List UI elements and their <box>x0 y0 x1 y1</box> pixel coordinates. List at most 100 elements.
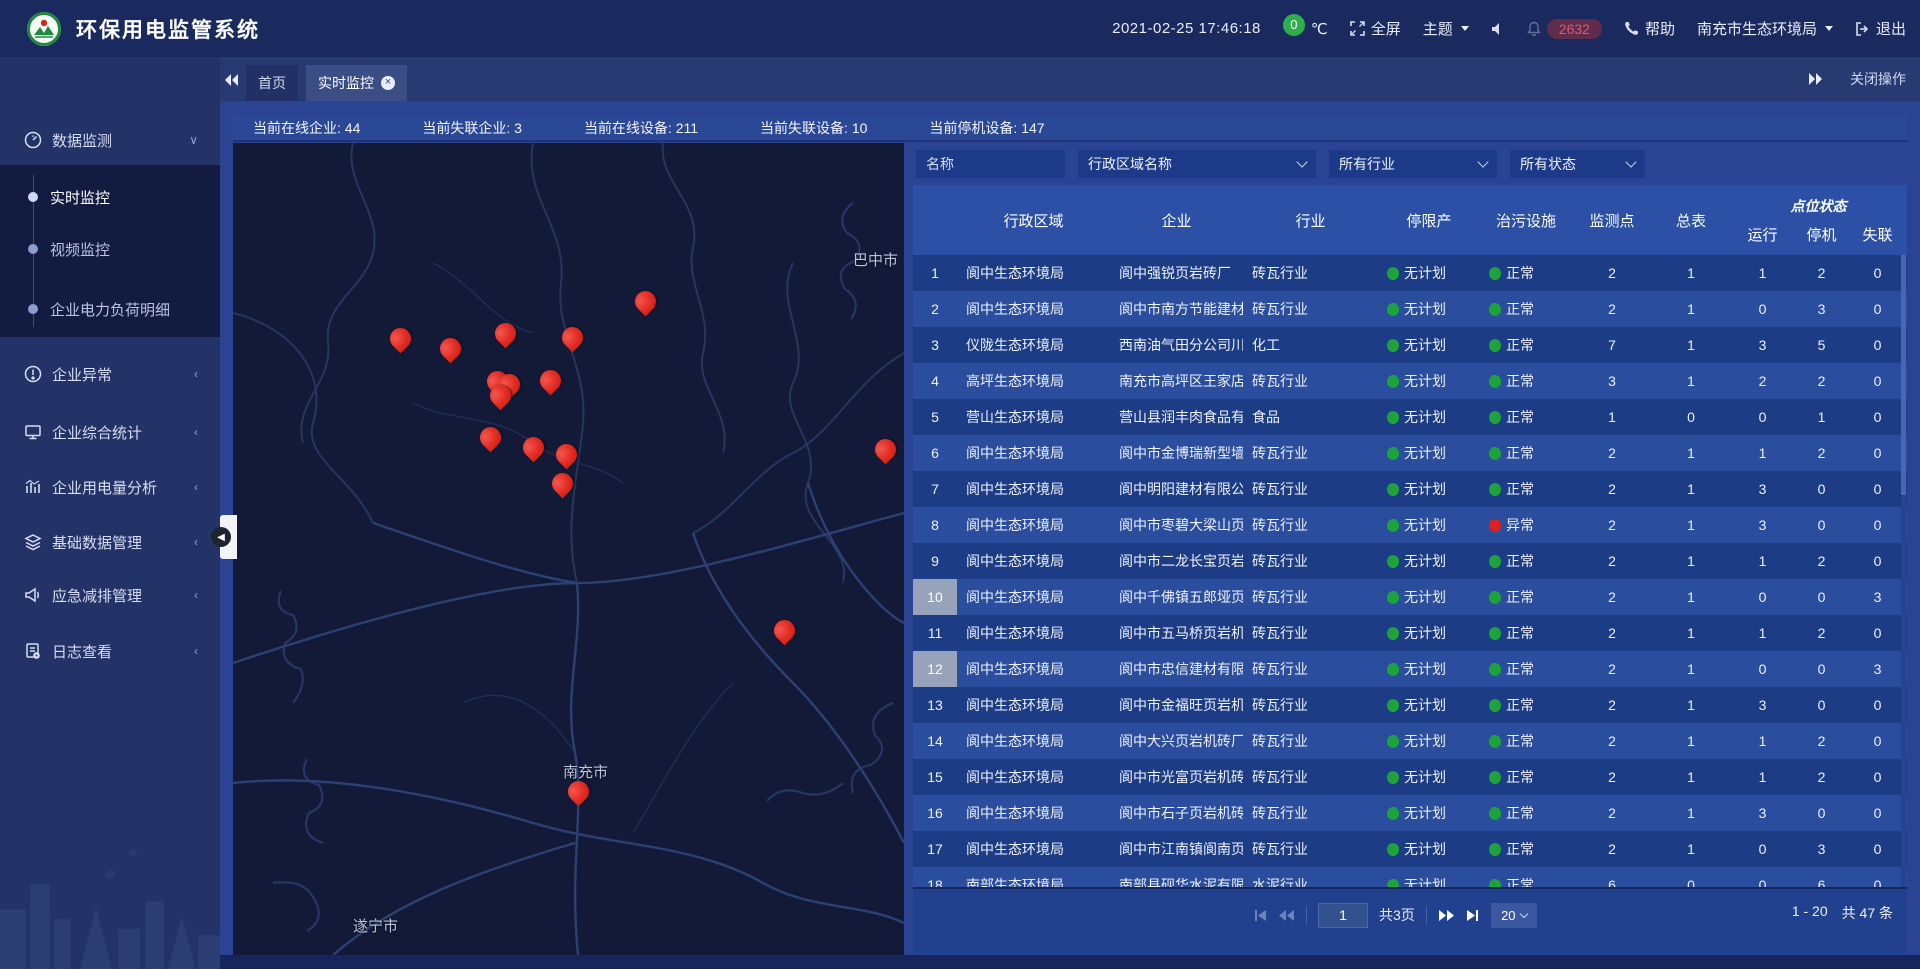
table-scrollbar[interactable] <box>1901 255 1906 903</box>
org-label: 南充市生态环境局 <box>1697 18 1817 39</box>
cell-region: 阆中生态环境局 <box>957 435 1110 471</box>
sidebar-item-enterprise-statistics[interactable]: 企业综合统计 ‹ <box>0 407 220 457</box>
table-row[interactable]: 11 阆中生态环境局 阆中市五马桥页岩机砖 砖瓦行业 无计划 正常 2 <box>913 615 1907 651</box>
tab-close-icon[interactable]: × <box>381 76 395 90</box>
sidebar-item-enterprise-abnormal[interactable]: 企业异常 ‹ <box>0 349 220 399</box>
table-row[interactable]: 5 营山生态环境局 营山县润丰肉食品有限 食品 无计划 正常 1 <box>913 399 1907 435</box>
map-collapse-toggle[interactable]: ◀ <box>220 515 237 559</box>
cell-monitor-count: 2 <box>1572 615 1652 651</box>
cell-stop-count: 2 <box>1795 435 1848 471</box>
table-row[interactable]: 4 高坪生态环境局 南充市高坪区王家店建 砖瓦行业 无计划 正常 3 <box>913 363 1907 399</box>
cell-stop-count: 2 <box>1795 759 1848 795</box>
cell-company: 西南油气田分公司川中 <box>1110 327 1243 363</box>
theme-dropdown[interactable]: 主题 <box>1423 18 1469 39</box>
status-dot <box>1387 699 1399 712</box>
table-row[interactable]: 1 阆中生态环境局 阆中强锐页岩砖厂 砖瓦行业 无计划 正常 2 <box>913 255 1907 291</box>
table-row[interactable]: 10 阆中生态环境局 阆中千佛镇五郎垭页岩 砖瓦行业 无计划 正常 2 <box>913 579 1907 615</box>
fullscreen-button[interactable]: 全屏 <box>1350 18 1401 39</box>
cell-lost-count: 0 <box>1848 507 1907 543</box>
logout-button[interactable]: 退出 <box>1855 18 1906 39</box>
double-chevron-right-icon[interactable] <box>1808 72 1824 86</box>
cell-facility: 正常 <box>1480 831 1572 867</box>
sidebar-item-data-monitoring[interactable]: 数据监测 ∨ <box>0 115 220 165</box>
cell-region: 仪陇生态环境局 <box>957 327 1110 363</box>
column-header-total: 总表 <box>1652 185 1730 255</box>
table-row[interactable]: 16 阆中生态环境局 阆中市石子页岩机砖厂 砖瓦行业 无计划 正常 2 <box>913 795 1907 831</box>
cell-monitor-count: 2 <box>1572 687 1652 723</box>
page-size-select[interactable]: 20 <box>1491 903 1537 928</box>
status-dot <box>1387 843 1399 856</box>
first-page-button[interactable] <box>1253 909 1267 922</box>
cell-lost-count: 0 <box>1848 435 1907 471</box>
range-label: 1 - 20 <box>1792 903 1828 923</box>
row-index: 10 <box>913 579 957 615</box>
table-row[interactable]: 9 阆中生态环境局 阆中市二龙长宝页岩砖 砖瓦行业 无计划 正常 2 <box>913 543 1907 579</box>
column-header-lost: 失联 <box>1848 224 1907 245</box>
chevron-down-icon <box>1519 910 1527 918</box>
cell-industry: 砖瓦行业 <box>1243 615 1378 651</box>
name-filter-input[interactable] <box>916 150 1065 178</box>
page-number-input[interactable] <box>1318 903 1368 928</box>
sidebar-item-label: 基础数据管理 <box>52 532 142 553</box>
cell-total-meter: 1 <box>1652 435 1730 471</box>
status-filter-select[interactable]: 所有状态 <box>1510 150 1645 178</box>
sidebar-item-power-load-detail[interactable]: 企业电力负荷明细 <box>0 289 220 329</box>
close-operations-button[interactable]: 关闭操作 <box>1850 69 1906 89</box>
table-row[interactable]: 13 阆中生态环境局 阆中市金福旺页岩机砖 砖瓦行业 无计划 正常 2 <box>913 687 1907 723</box>
status-dot <box>1387 519 1399 532</box>
map-panel[interactable]: 巴中市 南充市 遂宁市 <box>233 143 904 955</box>
tab-realtime-monitoring[interactable]: 实时监控 × <box>306 65 407 101</box>
help-button[interactable]: 帮助 <box>1624 18 1675 39</box>
cell-lost-count: 0 <box>1848 615 1907 651</box>
tab-label: 实时监控 <box>318 73 374 93</box>
scrollbar-thumb[interactable] <box>1901 255 1906 495</box>
notification-count-badge: 2632 <box>1547 19 1602 39</box>
cell-run-count: 1 <box>1730 435 1795 471</box>
region-filter-select[interactable]: 行政区域名称 <box>1078 150 1316 178</box>
sidebar-item-realtime-monitoring[interactable]: 实时监控 <box>0 177 220 217</box>
next-page-button[interactable] <box>1438 909 1455 922</box>
sidebar-item-video-monitoring[interactable]: 视频监控 <box>0 229 220 269</box>
column-header-facility: 治污设施 <box>1480 185 1572 255</box>
table-row[interactable]: 17 阆中生态环境局 阆中市江南镇阆南页岩 砖瓦行业 无计划 正常 2 <box>913 831 1907 867</box>
tab-operations: 关闭操作 <box>1808 57 1906 101</box>
row-index: 14 <box>913 723 957 759</box>
cell-facility: 正常 <box>1480 471 1572 507</box>
sidebar-item-emergency-reduction[interactable]: 应急减排管理 ‹ <box>0 570 220 620</box>
table-row[interactable]: 14 阆中生态环境局 阆中大兴页岩机砖厂 砖瓦行业 无计划 正常 2 <box>913 723 1907 759</box>
table-row[interactable]: 6 阆中生态环境局 阆中市金博瑞新型墙材 砖瓦行业 无计划 正常 2 <box>913 435 1907 471</box>
table-row[interactable]: 15 阆中生态环境局 阆中市光富页岩机砖厂 砖瓦行业 无计划 正常 2 <box>913 759 1907 795</box>
cell-company: 阆中大兴页岩机砖厂 <box>1110 723 1243 759</box>
table-row[interactable]: 2 阆中生态环境局 阆中市南方节能建材有 砖瓦行业 无计划 正常 2 <box>913 291 1907 327</box>
previous-page-button[interactable] <box>1278 909 1295 922</box>
cell-region: 阆中生态环境局 <box>957 579 1110 615</box>
chevron-left-icon: ‹ <box>194 588 198 602</box>
chevron-left-icon: ‹ <box>194 535 198 549</box>
status-dot <box>1489 555 1501 568</box>
notifications[interactable]: 2632 <box>1527 19 1602 39</box>
tab-scroll-left-button[interactable] <box>218 63 244 97</box>
cell-industry: 砖瓦行业 <box>1243 831 1378 867</box>
cell-limit: 无计划 <box>1378 831 1480 867</box>
industry-filter-select[interactable]: 所有行业 <box>1329 150 1497 178</box>
sidebar-item-power-usage-analysis[interactable]: 企业用电量分析 ‹ <box>0 462 220 512</box>
cell-stop-count: 2 <box>1795 543 1848 579</box>
table-row[interactable]: 3 仪陇生态环境局 西南油气田分公司川中 化工 无计划 正常 7 <box>913 327 1907 363</box>
cell-industry: 砖瓦行业 <box>1243 543 1378 579</box>
last-page-button[interactable] <box>1466 909 1480 922</box>
table-row[interactable]: 12 阆中生态环境局 阆中市忠信建材有限公 砖瓦行业 无计划 正常 2 <box>913 651 1907 687</box>
table-row[interactable]: 8 阆中生态环境局 阆中市枣碧大梁山页岩 砖瓦行业 无计划 异常 2 <box>913 507 1907 543</box>
cell-stop-count: 2 <box>1795 363 1848 399</box>
org-dropdown[interactable]: 南充市生态环境局 <box>1697 18 1833 39</box>
cell-region: 阆中生态环境局 <box>957 543 1110 579</box>
cell-industry: 砖瓦行业 <box>1243 759 1378 795</box>
app-root: 环保用电监管系统 2021-02-25 17:46:18 0 ℃ 全屏 主题 <box>0 0 1920 969</box>
tab-home[interactable]: 首页 <box>246 65 298 101</box>
cell-limit: 无计划 <box>1378 579 1480 615</box>
status-dot <box>1387 267 1399 280</box>
cell-industry: 砖瓦行业 <box>1243 435 1378 471</box>
sidebar-item-base-data-management[interactable]: 基础数据管理 ‹ <box>0 517 220 567</box>
sidebar-item-log-view[interactable]: 日志查看 ‹ <box>0 626 220 676</box>
table-row[interactable]: 7 阆中生态环境局 阆中明阳建材有限公司 砖瓦行业 无计划 正常 2 <box>913 471 1907 507</box>
volume-button[interactable] <box>1491 22 1505 36</box>
